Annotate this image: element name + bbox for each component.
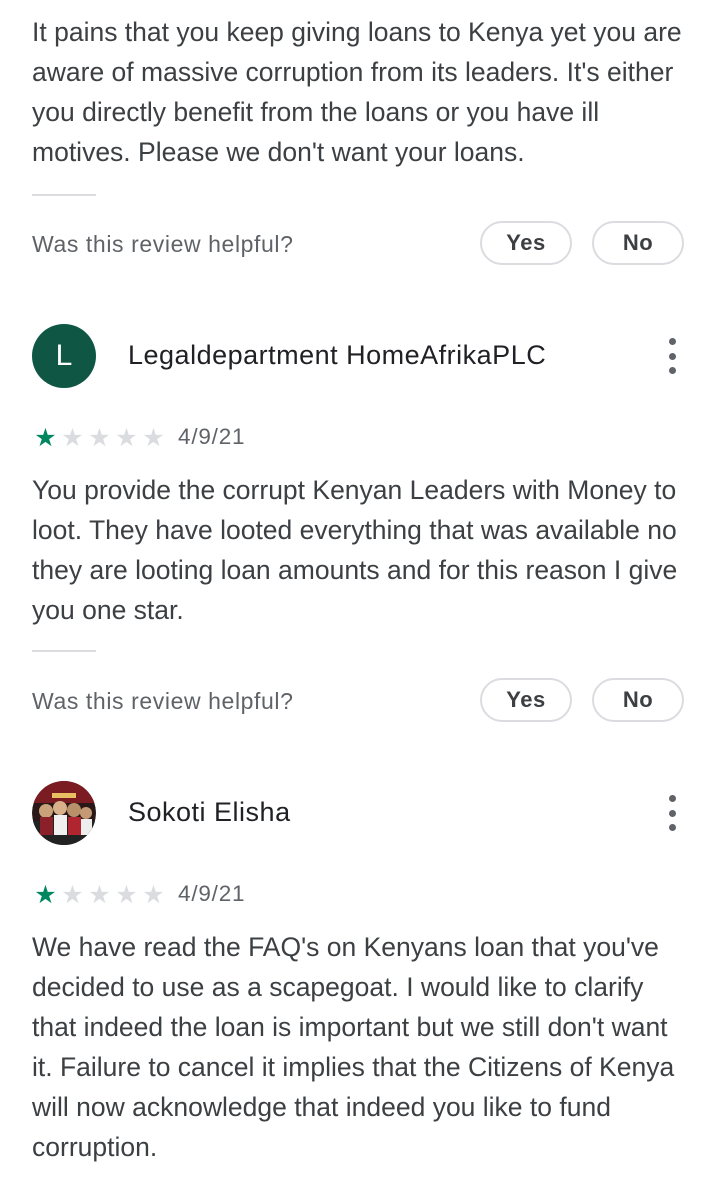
reviewer-name: Sokoti Elisha [128,797,291,827]
review-date: 4/9/21 [178,881,246,906]
more-vert-icon[interactable] [660,338,684,374]
star-filled-icon: ★ [34,881,57,909]
helpful-no-button[interactable]: No [592,678,684,722]
avatar [32,781,96,845]
rating-row: ★ ★ ★ ★ ★ 4/9/21 [32,881,332,909]
star-rating: ★ ★ ★ ★ ★ [32,881,167,909]
review-text: It pains that you keep giving loans to K… [32,17,682,167]
helpful-no-button[interactable]: No [592,221,684,265]
star-empty-icon: ★ [61,881,84,909]
helpful-row: Was this review helpful? Yes No [32,678,688,726]
divider [32,194,96,196]
avatar-image [32,781,96,845]
avatar: L [32,324,96,388]
reviewer-header: Sokoti Elisha [32,781,688,845]
star-empty-icon: ★ [115,881,138,909]
review-text: We have read the FAQ's on Kenyans loan t… [32,932,675,1162]
helpful-yes-button[interactable]: Yes [480,678,572,722]
star-empty-icon: ★ [88,424,111,452]
helpful-prompt: Was this review helpful? [32,231,294,257]
star-empty-icon: ★ [61,424,84,452]
star-filled-icon: ★ [34,424,57,452]
rating-row: ★ ★ ★ ★ ★ 4/9/21 [32,424,332,452]
helpful-row: Was this review helpful? Yes No [32,221,688,269]
more-vert-icon[interactable] [660,795,684,831]
star-empty-icon: ★ [115,424,138,452]
review-date: 4/9/21 [178,424,246,449]
reviewer-header: L Legaldepartment HomeAfrikaPLC [32,324,688,388]
star-empty-icon: ★ [142,881,165,909]
reviewer-name: Legaldepartment HomeAfrikaPLC [128,340,547,370]
divider [32,650,96,652]
star-rating: ★ ★ ★ ★ ★ [32,424,167,452]
star-empty-icon: ★ [142,424,165,452]
star-empty-icon: ★ [88,881,111,909]
helpful-prompt: Was this review helpful? [32,688,294,714]
review-text: You provide the corrupt Kenyan Leaders w… [32,475,678,625]
helpful-yes-button[interactable]: Yes [480,221,572,265]
